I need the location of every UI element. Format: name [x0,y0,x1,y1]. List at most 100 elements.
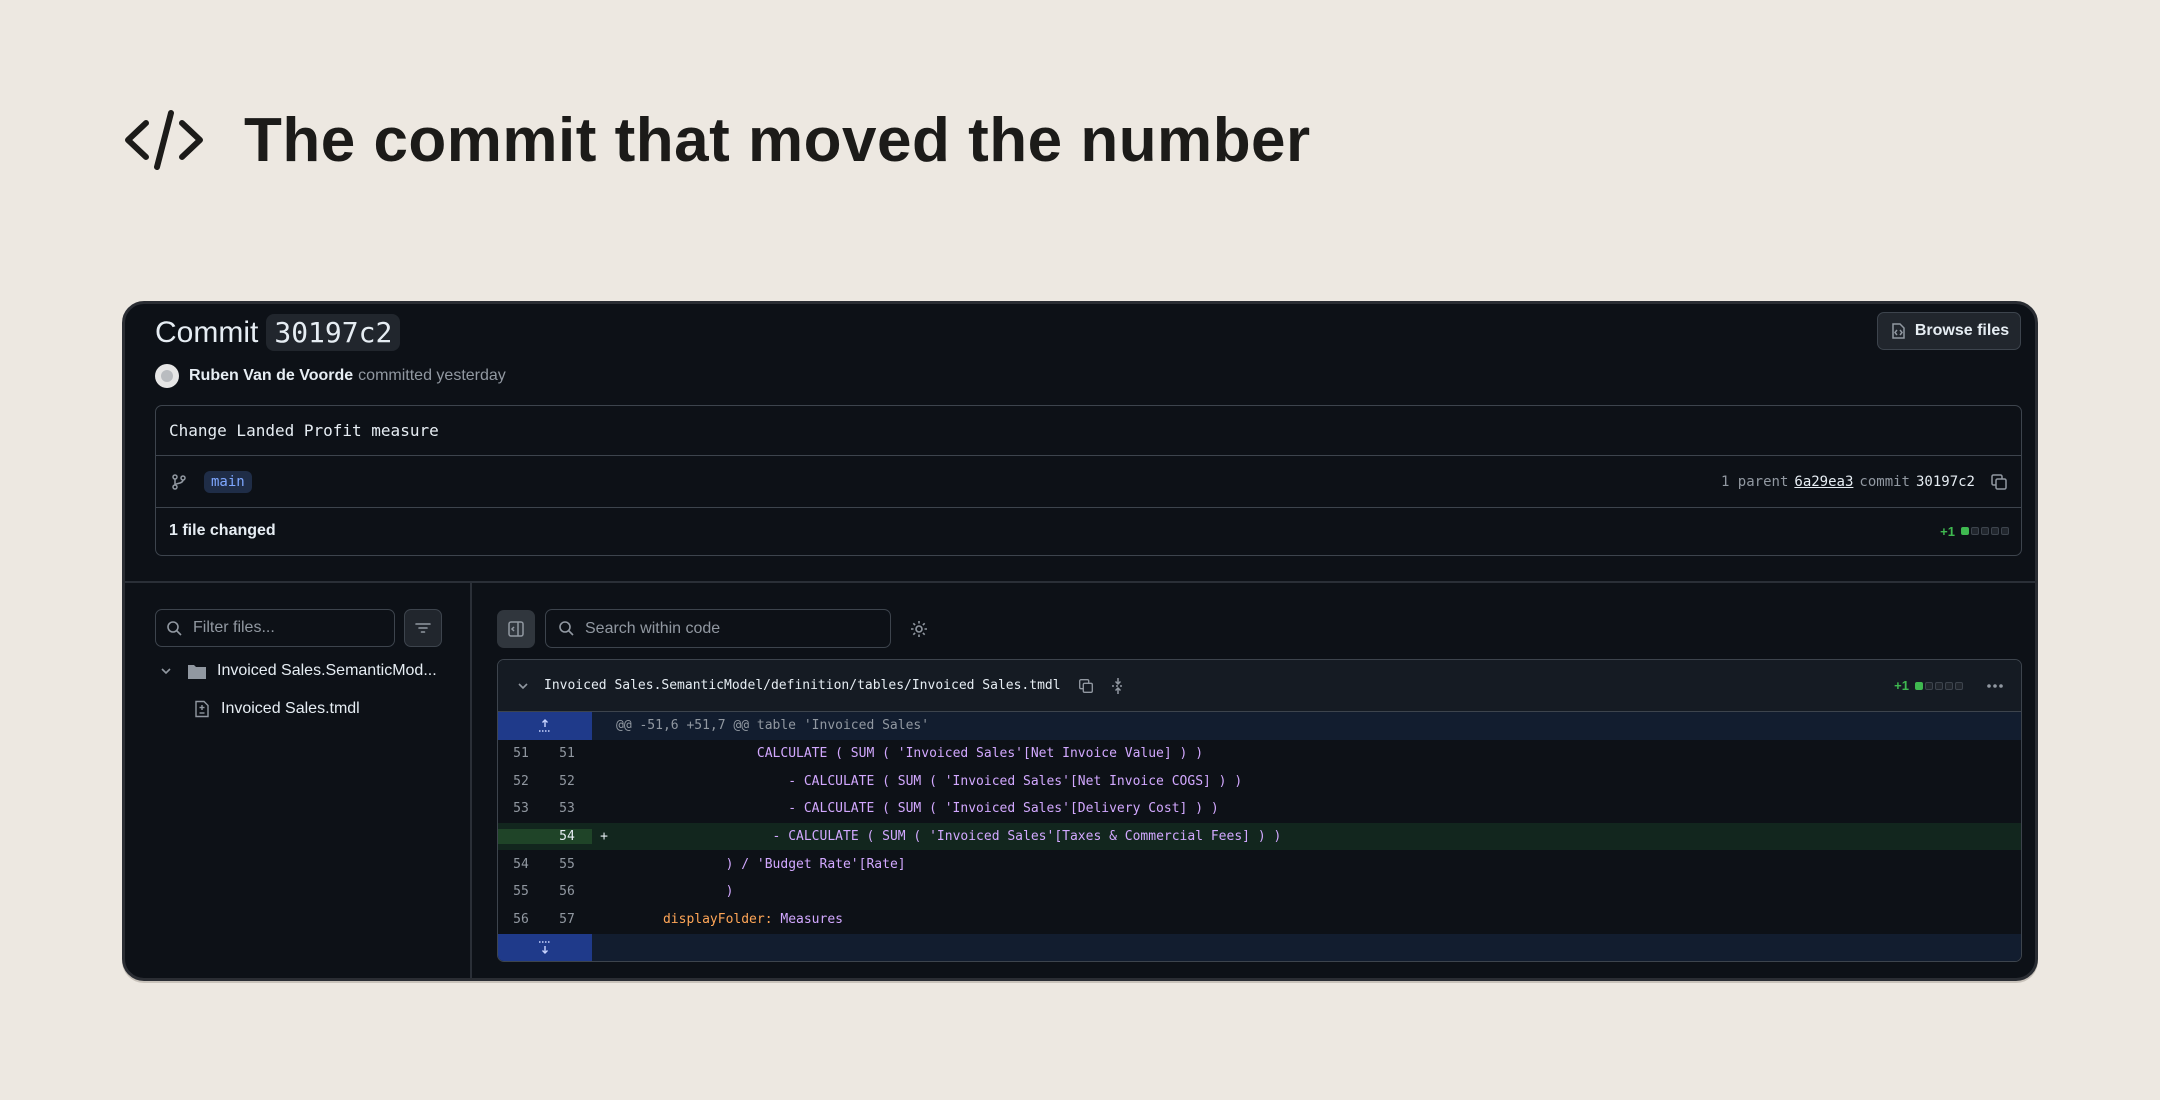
expand-down-button[interactable] [498,933,592,961]
new-line-number[interactable]: 57 [544,912,590,927]
old-line-number[interactable]: 52 [498,774,544,789]
old-line-number[interactable]: 51 [498,746,544,761]
file-code-icon [1892,323,1905,339]
code-reference: 'Invoiced Sales'[Taxes & Commercial Fees… [929,829,1282,845]
diff-line: 54 55 ) / 'Budget Rate'[Rate] [498,850,2021,878]
new-line-number[interactable]: 55 [544,857,590,872]
folder-icon [188,665,206,679]
diffstat: +1 [1894,678,1963,693]
code-expression: - CALCULATE ( SUM ( [788,773,945,789]
tree-file[interactable]: Invoiced Sales.tmdl [193,700,360,718]
commit-message: Change Landed Profit measure [156,406,2021,456]
search-code-input[interactable]: Search within code [545,609,891,648]
parent-label: 1 parent [1720,474,1789,490]
additions-count: +1 [1940,523,1955,539]
diff-line: 53 53 - CALCULATE ( SUM ( 'Invoiced Sales… [498,795,2021,823]
section-divider [125,581,2035,583]
copy-icon[interactable] [1077,677,1095,695]
code-expression: ) / [725,856,757,872]
parent-sha-link[interactable]: 6a29ea3 [1794,474,1853,490]
more-options-icon[interactable] [1985,676,2005,696]
pane-divider[interactable] [470,583,472,978]
browse-files-button[interactable]: Browse files [1877,312,2021,350]
avatar[interactable] [155,364,179,388]
filter-files-input[interactable]: Filter files... [155,609,395,647]
diff-lines: 51 51 CALCULATE ( SUM ( 'Invoiced Sales'[… [498,740,2021,934]
diff-line: 55 56 ) [498,878,2021,906]
expand-down-icon [539,941,551,955]
commit-sha[interactable]: 30197c2 [266,314,401,351]
new-line-number[interactable]: 51 [544,746,590,761]
hunk-header: @@ -51,6 +51,7 @@ table 'Invoiced Sales' [498,712,2021,740]
chevron-down-icon[interactable] [159,664,173,678]
git-branch-icon [172,473,186,490]
diff-file-path[interactable]: Invoiced Sales.SemanticModel/definition/… [544,678,1061,693]
code-expression: ) [725,884,734,900]
commit-details: Change Landed Profit measure main 1 pare… [155,405,2022,556]
gear-icon[interactable] [909,619,929,639]
folder-name: Invoiced Sales.SemanticMod... [217,662,437,679]
code-reference: 'Budget Rate'[Rate] [756,856,906,872]
diff-file-header: Invoiced Sales.SemanticModel/definition/… [498,660,2021,712]
code-expression: - CALCULATE ( SUM ( [788,801,945,817]
expand-all-icon[interactable] [1109,677,1127,695]
code-expression: - CALCULATE ( SUM ( [772,829,930,845]
copy-icon[interactable] [1989,472,2009,492]
commit-time: committed yesterday [358,367,506,384]
filter-button[interactable] [404,609,442,647]
search-icon [167,620,182,636]
diff-line: 51 51 CALCULATE ( SUM ( 'Invoiced Sales'[… [498,740,2021,768]
new-line-number[interactable]: 54 [544,829,590,844]
diffstat: +1 [1940,524,2009,539]
page-title: The commit that moved the number [244,105,1311,175]
files-changed: 1 file changed +1 [156,508,2021,554]
sidebar-collapse-icon [508,621,524,637]
chevron-down-icon[interactable] [516,679,530,693]
code-line: - CALCULATE ( SUM ( 'Invoiced Sales'[Tax… [616,829,1282,845]
new-line-number[interactable]: 53 [544,801,590,816]
code-line: - CALCULATE ( SUM ( 'Invoiced Sales'[Del… [616,801,1219,817]
commit-header: Commit 30197c2 [155,314,401,351]
new-line-number[interactable]: 52 [544,774,590,789]
code-line: displayFolder: Measures [616,912,843,927]
commit-sha-label: commit [1859,474,1910,490]
diff-additions: +1 [1894,678,1909,693]
code-line: CALCULATE ( SUM ( 'Invoiced Sales'[Net I… [616,746,1203,761]
toggle-file-tree-button[interactable] [497,610,535,648]
file-name: Invoiced Sales.tmdl [221,700,360,717]
commit-label: Commit [155,315,259,349]
author-name[interactable]: Ruben Van de Voorde [189,367,353,385]
new-line-number[interactable]: 56 [544,884,590,899]
code-line: - CALCULATE ( SUM ( 'Invoiced Sales'[Net… [616,774,1242,789]
hunk-footer [498,933,2021,961]
code-line: ) [616,884,734,900]
search-icon [559,621,574,636]
expand-up-icon [539,718,551,732]
code-expression: CALCULATE ( SUM ( [756,746,898,762]
hunk-header-text: @@ -51,6 +51,7 @@ table 'Invoiced Sales' [616,718,930,734]
filter-icon [415,623,431,633]
tree-folder[interactable]: Invoiced Sales.SemanticMod... [159,662,437,680]
code-line: ) / 'Budget Rate'[Rate] [616,857,906,872]
old-line-number[interactable]: 55 [498,884,544,899]
code-value: Measures [780,912,843,928]
diff-line: 52 52 - CALCULATE ( SUM ( 'Invoiced Sales… [498,767,2021,795]
old-line-number[interactable] [498,829,544,844]
code-reference: 'Invoiced Sales'[Net Invoice COGS] ) ) [944,773,1243,789]
expand-up-button[interactable] [498,712,592,740]
filter-placeholder: Filter files... [193,619,275,636]
diff-sign: + [600,829,608,845]
old-line-number[interactable]: 53 [498,801,544,816]
code-reference: 'Invoiced Sales'[Delivery Cost] ) ) [944,801,1219,817]
file-diff-icon [195,700,209,718]
old-line-number[interactable]: 54 [498,857,544,872]
branch-badge[interactable]: main [204,470,252,493]
commit-window: Commit 30197c2 Browse files Ruben Van de… [122,301,2038,981]
commit-meta: main 1 parent 6a29ea3 commit 30197c2 [156,456,2021,508]
diff-line: 56 57 displayFolder: Measures [498,906,2021,934]
old-line-number[interactable]: 56 [498,912,544,927]
commit-sha-value: 30197c2 [1915,474,1975,490]
author-line: Ruben Van de Voorde committed yesterday [155,364,506,388]
page-heading: The commit that moved the number [124,100,1311,180]
search-placeholder: Search within code [585,619,721,637]
